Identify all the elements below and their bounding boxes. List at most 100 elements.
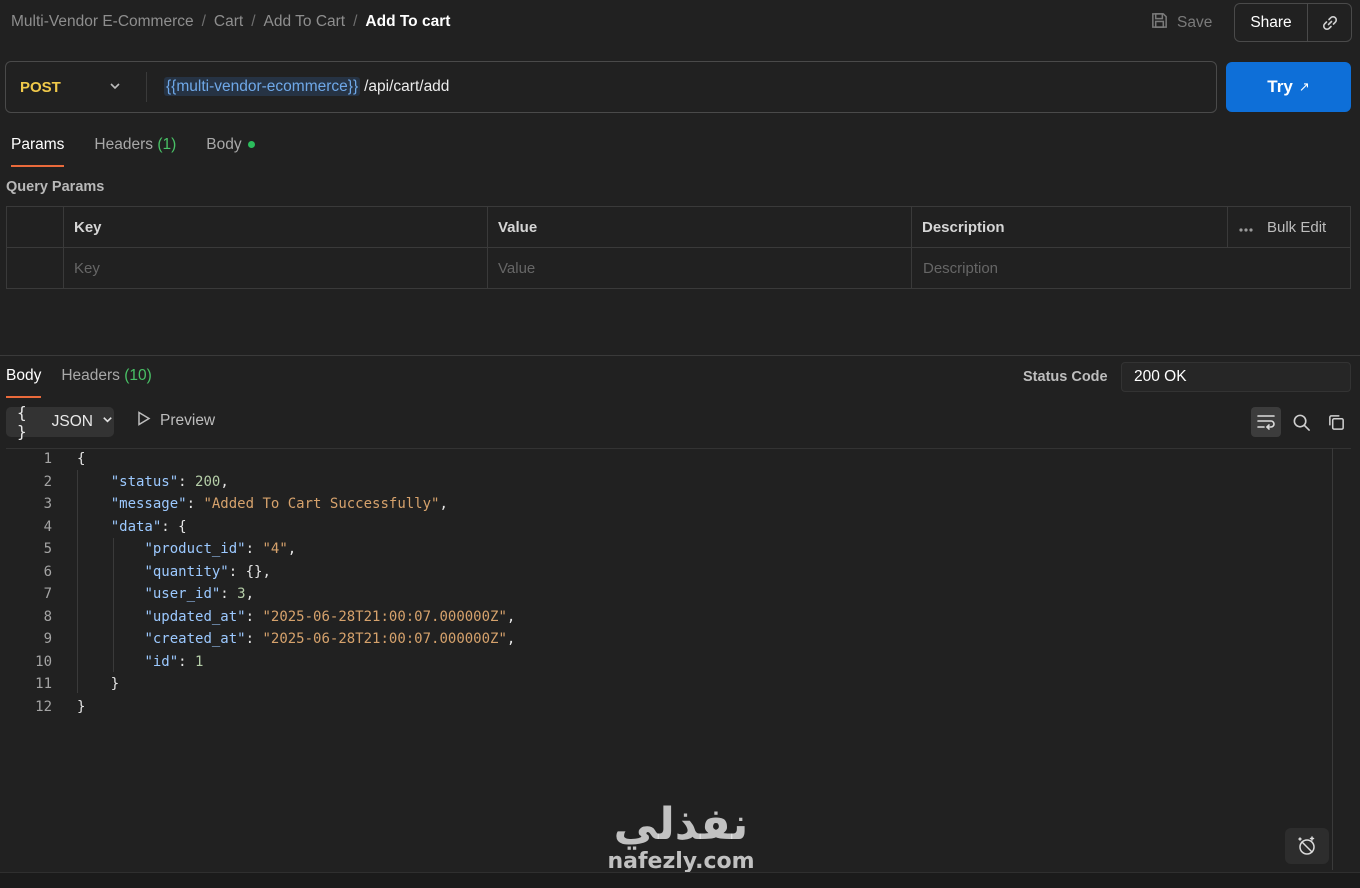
chevron-down-icon bbox=[101, 413, 114, 431]
try-button[interactable]: Try ↗ bbox=[1226, 62, 1351, 112]
breadcrumb-separator: / bbox=[251, 13, 256, 30]
share-button-group: Share bbox=[1234, 3, 1352, 42]
magic-wand-icon[interactable] bbox=[1285, 828, 1329, 864]
preview-label: Preview bbox=[160, 412, 216, 429]
body-indicator-dot bbox=[247, 141, 255, 149]
response-headers-count: (10) bbox=[124, 367, 152, 384]
method-select[interactable]: POST bbox=[20, 79, 61, 96]
format-dropdown[interactable]: { } JSON bbox=[6, 403, 114, 441]
code-line: 4 "data": { bbox=[6, 516, 1306, 538]
line-number: 3 bbox=[43, 496, 52, 512]
line-number: 7 bbox=[43, 586, 52, 602]
code-line: 11 } bbox=[6, 673, 1306, 695]
code-text: "user_id": 3, bbox=[144, 586, 255, 602]
code-text: "product_id": "4", bbox=[144, 541, 297, 557]
code-line: 2 "status": 200, bbox=[6, 471, 1306, 493]
code-line: 10 "id": 1 bbox=[6, 651, 1306, 673]
tab-response-headers-label: Headers bbox=[61, 367, 120, 384]
code-text: "message": "Added To Cart Successfully", bbox=[110, 496, 448, 512]
watermark-url: nafezly.com bbox=[607, 849, 755, 874]
breadcrumb-item-subfolder[interactable]: Add To Cart bbox=[264, 13, 346, 31]
description-input[interactable]: Description bbox=[913, 248, 1349, 289]
share-button[interactable]: Share bbox=[1235, 14, 1307, 32]
query-params-title: Query Params bbox=[6, 179, 105, 195]
code-line: 3 "message": "Added To Cart Successfully… bbox=[6, 493, 1306, 515]
url-variable: {{multi-vendor-ecommerce}} bbox=[164, 77, 361, 96]
tab-response-headers[interactable]: Headers (10) bbox=[61, 367, 151, 395]
divider bbox=[146, 72, 147, 102]
tab-response-body[interactable]: Body bbox=[6, 367, 42, 398]
status-bar bbox=[0, 872, 1360, 888]
response-tabs: Body Headers (10) bbox=[6, 367, 152, 398]
preview-button[interactable]: Preview bbox=[137, 411, 215, 431]
tab-body[interactable]: Body bbox=[206, 136, 255, 164]
save-label: Save bbox=[1177, 14, 1213, 31]
key-input[interactable]: Key bbox=[64, 248, 487, 289]
search-icon[interactable] bbox=[1286, 407, 1316, 437]
code-text: "quantity": {}, bbox=[144, 563, 271, 580]
request-name[interactable]: Add To cart bbox=[365, 13, 450, 31]
line-number: 4 bbox=[43, 518, 52, 535]
line-number: 8 bbox=[43, 608, 52, 625]
column-header-description: Description bbox=[922, 219, 1005, 236]
line-number: 10 bbox=[35, 653, 52, 670]
breadcrumb-item-folder[interactable]: Cart bbox=[214, 13, 243, 31]
pane-resize-handle[interactable] bbox=[0, 355, 1360, 356]
code-text: "created_at": "2025-06-28T21:00:07.00000… bbox=[144, 631, 516, 647]
code-line: 6 "quantity": {}, bbox=[6, 561, 1306, 583]
url-input[interactable]: {{multi-vendor-ecommerce}}/api/cart/add bbox=[164, 77, 450, 96]
breadcrumb-separator: / bbox=[353, 13, 358, 30]
request-url-bar: POST {{multi-vendor-ecommerce}}/api/cart… bbox=[5, 61, 1217, 113]
scrollbar[interactable] bbox=[1332, 448, 1333, 870]
watermark-arabic: نفذلي bbox=[613, 799, 749, 850]
chevron-down-icon[interactable] bbox=[108, 79, 122, 97]
url-path: /api/cart/add bbox=[364, 78, 450, 95]
code-line: 5 "product_id": "4", bbox=[6, 538, 1306, 560]
column-header-key: Key bbox=[74, 219, 102, 236]
tab-params[interactable]: Params bbox=[11, 136, 65, 167]
code-line: 8 "updated_at": "2025-06-28T21:00:07.000… bbox=[6, 606, 1306, 628]
code-text: "status": 200, bbox=[110, 473, 229, 490]
link-icon[interactable] bbox=[1308, 13, 1351, 33]
external-arrow-icon: ↗ bbox=[1298, 79, 1310, 94]
save-button[interactable]: Save bbox=[1150, 10, 1212, 36]
try-label: Try bbox=[1267, 77, 1293, 96]
line-number: 1 bbox=[43, 451, 52, 467]
save-icon bbox=[1150, 11, 1169, 35]
watermark-logo: نفذلي nafezly.com bbox=[596, 800, 766, 874]
bulk-edit-label: Bulk Edit bbox=[1267, 219, 1327, 236]
code-text: { bbox=[77, 451, 86, 467]
more-horizontal-icon[interactable] bbox=[1239, 219, 1253, 236]
tab-headers-label: Headers bbox=[94, 136, 153, 153]
column-header-value: Value bbox=[498, 219, 538, 236]
query-params-table: Key Value Description Bulk Edit Key Valu… bbox=[6, 206, 1351, 289]
tab-body-label: Body bbox=[206, 136, 242, 153]
value-input[interactable]: Value bbox=[488, 248, 911, 289]
breadcrumb-separator: / bbox=[201, 13, 206, 30]
breadcrumb: Multi-Vendor E-Commerce / Cart / Add To … bbox=[11, 13, 450, 31]
bulk-edit-button[interactable]: Bulk Edit bbox=[1239, 207, 1326, 248]
play-icon bbox=[137, 411, 151, 431]
line-number: 11 bbox=[35, 676, 52, 692]
top-bar: Multi-Vendor E-Commerce / Cart / Add To … bbox=[0, 0, 1360, 46]
format-label: JSON bbox=[51, 413, 93, 430]
line-number: 6 bbox=[43, 563, 52, 580]
tab-headers[interactable]: Headers (1) bbox=[94, 136, 176, 164]
wrap-lines-icon[interactable] bbox=[1251, 407, 1281, 437]
breadcrumb-item-collection[interactable]: Multi-Vendor E-Commerce bbox=[11, 13, 194, 31]
table-row: Key Value Description bbox=[7, 248, 1350, 289]
code-text: "id": 1 bbox=[144, 653, 204, 670]
table-header-row: Key Value Description Bulk Edit bbox=[7, 207, 1350, 248]
code-line: 1{ bbox=[6, 448, 1306, 470]
status-code-label: Status Code bbox=[1023, 369, 1108, 385]
code-text: } bbox=[77, 676, 120, 692]
status-code-value: 200 OK bbox=[1121, 362, 1351, 392]
code-line: 7 "user_id": 3, bbox=[6, 583, 1306, 605]
request-tabs: Params Headers (1) Body bbox=[11, 136, 255, 167]
copy-icon[interactable] bbox=[1321, 407, 1351, 437]
code-text: } bbox=[77, 698, 86, 715]
headers-count: (1) bbox=[157, 136, 177, 153]
code-line: 12} bbox=[6, 696, 1306, 718]
line-number: 5 bbox=[43, 541, 52, 557]
line-number: 9 bbox=[43, 631, 52, 647]
